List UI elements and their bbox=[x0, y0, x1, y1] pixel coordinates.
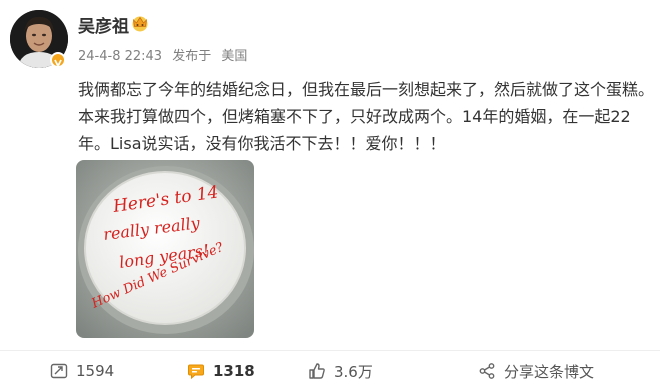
author-name[interactable]: 吴彦祖 bbox=[78, 12, 129, 37]
like-button[interactable]: 3.6万 bbox=[308, 351, 373, 391]
comment-button[interactable]: 1318 bbox=[187, 351, 255, 391]
post-source-label: 发布于 bbox=[172, 49, 212, 64]
post-location: 美国 bbox=[221, 49, 248, 64]
post-meta: 24-4-8 22:43 发布于 美国 bbox=[78, 45, 253, 64]
share-label: 分享这条博文 bbox=[504, 362, 595, 381]
post-text-line: 年。Lisa说实话，没有你我活不下去！！爱你！！！ bbox=[78, 134, 446, 153]
share-button[interactable]: 分享这条博文 bbox=[478, 351, 594, 391]
action-toolbar: 1594 1318 3.6万 分享这条博文 bbox=[0, 350, 660, 391]
like-count: 3.6万 bbox=[334, 362, 373, 381]
post-text: 我俩都忘了今年的结婚纪念日，但我在最后一刻想起来了，然后就做了这个蛋糕。 本来我… bbox=[78, 76, 655, 157]
post-timestamp[interactable]: 24-4-8 22:43 bbox=[78, 49, 162, 64]
cake-photo[interactable]: Here's to 14 really really long years! H… bbox=[76, 160, 254, 338]
forward-count: 1594 bbox=[76, 362, 115, 380]
comment-icon bbox=[188, 364, 204, 380]
weibo-post: 吴彦祖 24-4-8 22:43 发布于 美国 我俩都忘了今年的结婚纪念日，但我… bbox=[0, 0, 660, 391]
post-text-line: 本来我打算做四个，但烤箱塞不下了，只好改成两个。14年的婚姻，在一起22 bbox=[78, 107, 631, 126]
verified-v-badge-icon bbox=[50, 52, 66, 69]
share-icon bbox=[479, 363, 495, 379]
forward-button[interactable]: 1594 bbox=[50, 351, 114, 391]
like-thumb-icon bbox=[309, 363, 325, 379]
comment-count: 1318 bbox=[213, 362, 255, 380]
post-text-line: 我俩都忘了今年的结婚纪念日，但我在最后一刻想起来了，然后就做了这个蛋糕。 bbox=[78, 80, 655, 99]
crown-emoji-icon bbox=[130, 14, 150, 32]
forward-icon bbox=[50, 363, 68, 379]
